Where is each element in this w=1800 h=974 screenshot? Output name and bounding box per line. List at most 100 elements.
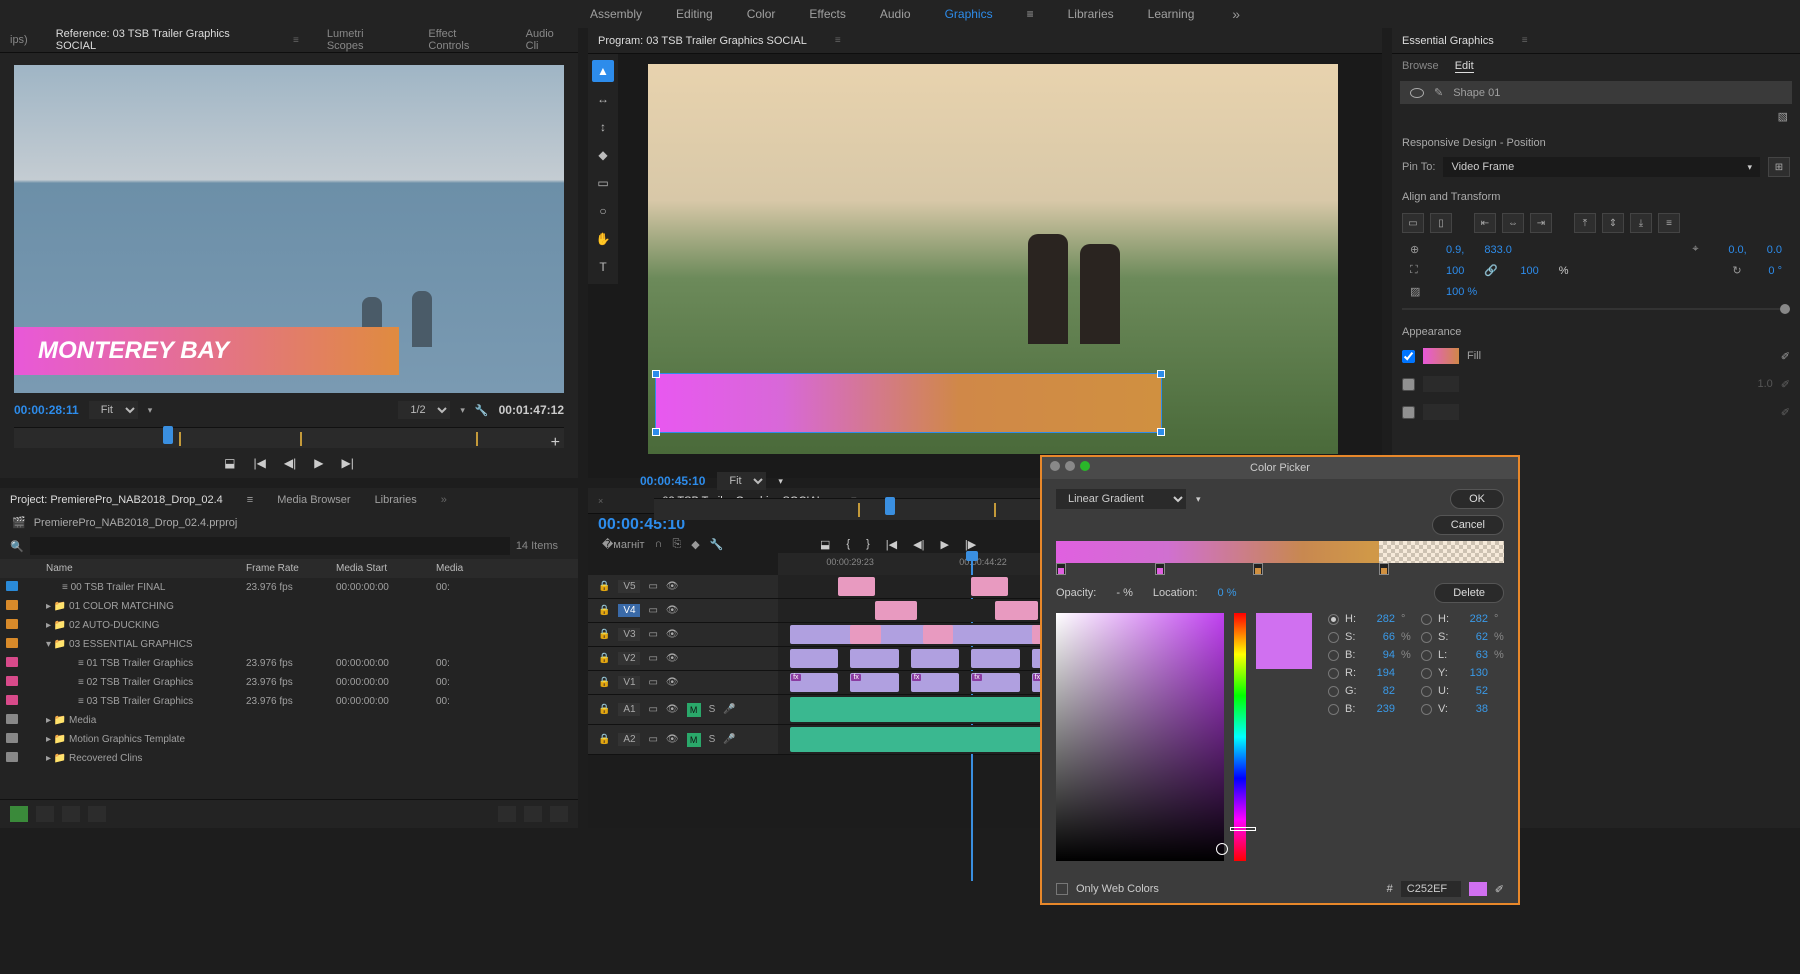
ref-playhead[interactable] [163, 426, 173, 444]
table-row[interactable]: ≡ 02 TSB Trailer Graphics23.976 fps00:00… [0, 673, 578, 692]
clip[interactable] [971, 649, 1019, 668]
prog-playhead[interactable] [885, 497, 895, 515]
table-row[interactable]: ≡ 03 TSB Trailer Graphics23.976 fps00:00… [0, 692, 578, 711]
mark-out-icon[interactable]: { [846, 538, 850, 551]
rotation[interactable]: 0 ° [1768, 265, 1782, 277]
radio-v[interactable] [1421, 704, 1432, 715]
pen-tool-icon[interactable]: ◆ [592, 144, 614, 166]
clip[interactable] [838, 577, 874, 596]
handle-bl[interactable] [652, 428, 660, 436]
pin-edges-icon[interactable]: ⊞ [1768, 157, 1790, 177]
table-row[interactable]: ▾ 📁 03 ESSENTIAL GRAPHICS [0, 635, 578, 654]
track-header-v3[interactable]: 🔒V3▭👁 [588, 623, 778, 646]
new-layer-icon[interactable]: ▧ [1778, 111, 1788, 123]
align-bottom-icon[interactable]: ⤓ [1630, 213, 1652, 233]
ws-audio[interactable]: Audio [880, 7, 911, 21]
ws-graphics-menu[interactable]: ≡ [1027, 7, 1034, 21]
web-colors-checkbox[interactable] [1056, 883, 1068, 895]
ws-graphics[interactable]: Graphics [945, 7, 993, 21]
bracket-icon[interactable]: } [866, 538, 870, 551]
col-framerate[interactable]: Frame Rate [246, 563, 336, 574]
tab-audio-clip[interactable]: Audio Cli [526, 28, 568, 52]
hue-marker[interactable] [1230, 827, 1256, 831]
align-vcenter-icon[interactable]: ⇕ [1602, 213, 1624, 233]
ws-assembly[interactable]: Assembly [590, 7, 642, 21]
tl-magnet-icon[interactable]: ∩ [655, 538, 663, 551]
stop-2[interactable] [1155, 563, 1165, 575]
radio-h[interactable] [1328, 614, 1339, 625]
stroke-swatch[interactable] [1423, 376, 1459, 392]
radio-s[interactable] [1328, 632, 1339, 643]
field-cursor[interactable] [1216, 843, 1228, 855]
stop-3[interactable] [1253, 563, 1263, 575]
eyedropper-icon[interactable]: ✐ [1495, 883, 1504, 896]
val-b[interactable]: 94 [1365, 649, 1395, 661]
radio-y[interactable] [1421, 668, 1432, 679]
table-row[interactable]: ▸ 📁 Motion Graphics Template [0, 730, 578, 749]
eg-tab-browse[interactable]: Browse [1402, 60, 1439, 73]
clip[interactable] [790, 649, 838, 668]
clip[interactable] [971, 577, 1007, 596]
val-v[interactable]: 38 [1458, 703, 1488, 715]
tab-program[interactable]: Program: 03 TSB Trailer Graphics SOCIAL [598, 35, 807, 47]
ws-libraries[interactable]: Libraries [1068, 7, 1114, 21]
prog-zoom-select[interactable]: Fit [717, 472, 766, 490]
align-frame-icon[interactable]: ▯ [1430, 213, 1452, 233]
type-tool-icon[interactable]: T [592, 256, 614, 278]
delete-stop-button[interactable]: Delete [1434, 583, 1504, 603]
program-menu-icon[interactable]: ≡ [835, 35, 841, 46]
tab-project[interactable]: Project: PremierePro_NAB2018_Drop_02.4 [10, 494, 223, 506]
clip[interactable] [790, 673, 838, 692]
step-back-icon[interactable]: ◀| [284, 456, 296, 470]
handle-tl[interactable] [652, 370, 660, 378]
opacity-value[interactable]: - % [1116, 587, 1133, 599]
ws-color[interactable]: Color [747, 7, 776, 21]
selected-shape[interactable] [656, 374, 1161, 432]
ws-effects[interactable]: Effects [809, 7, 845, 21]
add-marker-icon[interactable]: ⬓ [224, 456, 235, 470]
eg-menu-icon[interactable]: ≡ [1522, 35, 1528, 46]
wrench-icon[interactable]: 🔧 [475, 404, 489, 417]
radio-r[interactable] [1328, 668, 1339, 679]
eye-icon[interactable] [1410, 88, 1424, 98]
cancel-button[interactable]: Cancel [1432, 515, 1504, 535]
val-s2[interactable]: 62 [1458, 631, 1488, 643]
color-field[interactable] [1056, 613, 1224, 861]
opacity-value[interactable]: 100 % [1446, 286, 1477, 298]
align-right-icon[interactable]: ⇥ [1530, 213, 1552, 233]
proj-menu-icon[interactable]: ≡ [247, 494, 253, 506]
track-header-v1[interactable]: 🔒V1▭👁 [588, 671, 778, 694]
eyedropper-icon[interactable]: ✐ [1781, 350, 1790, 363]
play-icon[interactable]: ▶ [940, 538, 948, 551]
trash-icon[interactable] [550, 806, 568, 822]
track-header-a2[interactable]: 🔒A2▭👁MS🎤 [588, 725, 778, 754]
clip[interactable] [995, 601, 1037, 620]
fill-swatch[interactable] [1423, 348, 1459, 364]
freeform-view-icon[interactable] [88, 806, 106, 822]
clip[interactable] [875, 601, 917, 620]
tab-reference[interactable]: Reference: 03 TSB Trailer Graphics SOCIA… [56, 28, 265, 52]
align-left-icon[interactable]: ⇤ [1474, 213, 1496, 233]
traffic-max-icon[interactable] [1080, 461, 1090, 471]
gradient-type-select[interactable]: Linear Gradient [1056, 489, 1186, 509]
val-s[interactable]: 66 [1365, 631, 1395, 643]
align-hcenter-icon[interactable]: ⇔ [1502, 213, 1524, 233]
clip[interactable] [850, 625, 880, 644]
clip[interactable] [850, 673, 898, 692]
ws-learning[interactable]: Learning [1148, 7, 1195, 21]
tab-media-browser[interactable]: Media Browser [277, 494, 350, 506]
val-r[interactable]: 194 [1365, 667, 1395, 679]
step-back-icon[interactable]: ◀| [913, 538, 924, 551]
go-prev-icon[interactable]: |◀ [886, 538, 897, 551]
location-value[interactable]: 0 % [1218, 587, 1237, 599]
scale-h[interactable]: 100 [1520, 265, 1538, 277]
table-row[interactable]: ▸ 📁 01 COLOR MATCHING [0, 597, 578, 616]
link-icon[interactable]: 🔗 [1484, 264, 1500, 277]
clip[interactable] [850, 649, 898, 668]
new-bin-icon[interactable] [498, 806, 516, 822]
tl-link-icon[interactable]: ⎘ [672, 538, 681, 551]
ws-editing[interactable]: Editing [676, 7, 713, 21]
stop-1[interactable] [1056, 563, 1066, 575]
radio-u[interactable] [1421, 686, 1432, 697]
table-row[interactable]: ≡ 00 TSB Trailer FINAL23.976 fps00:00:00… [0, 578, 578, 597]
